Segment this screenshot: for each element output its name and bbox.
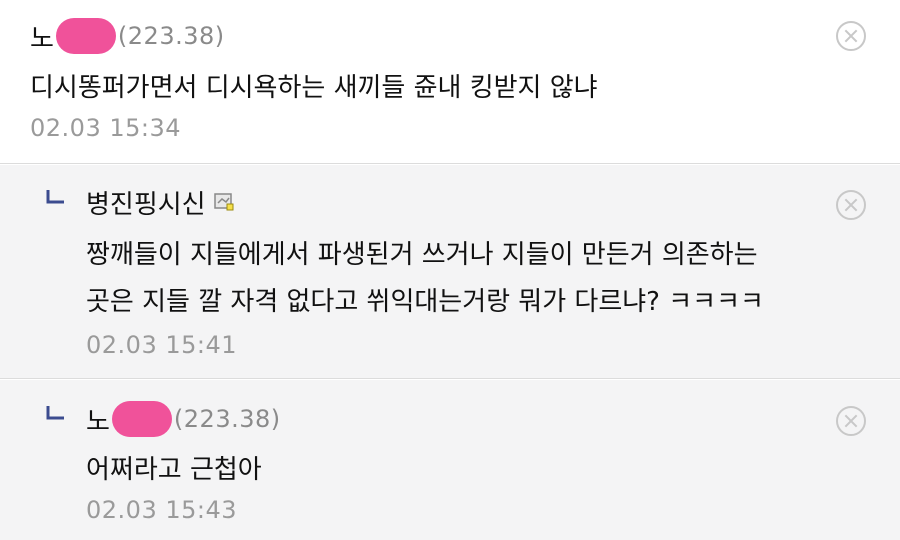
comment-date: 02.03 15:41 xyxy=(86,331,237,359)
comment-text-line: 곳은 지들 깔 자격 없다고 쒸익대는거랑 뭐가 다르냐? ㅋㅋㅋㅋ xyxy=(86,287,764,317)
author-ip: (223.38) xyxy=(173,405,281,433)
redaction-mask xyxy=(55,18,116,54)
comment-text: 어쩌라고 근첩아 xyxy=(86,455,262,485)
redaction-mask xyxy=(111,401,172,437)
author-nickname[interactable]: 병진핑시신 xyxy=(86,184,206,221)
reply-arrow-icon xyxy=(46,190,64,204)
delete-comment-button[interactable] xyxy=(836,190,866,220)
reply-item: 병진핑시신 짱깨들이 지들에게서 파생된거 쓰거나 지들이 만든거 의존하는 곳… xyxy=(0,165,900,379)
reply-item: 노 (223.38) 어쩌라고 근첩아 02.03 15:43 xyxy=(0,380,900,540)
comment-author[interactable]: 병진핑시신 xyxy=(86,182,234,222)
gallog-user-icon[interactable] xyxy=(213,193,234,211)
author-nickname[interactable]: 노 xyxy=(30,18,54,55)
comment-date: 02.03 15:43 xyxy=(86,496,237,524)
delete-comment-button[interactable] xyxy=(836,21,866,51)
comment-item: 노 (223.38) 디시똥퍼가면서 디시욕하는 새끼들 쥰내 킹받지 않냐 0… xyxy=(0,0,900,164)
reply-arrow-icon xyxy=(46,406,64,420)
delete-comment-button[interactable] xyxy=(836,406,866,436)
author-ip: (223.38) xyxy=(117,22,225,50)
comment-text: 디시똥퍼가면서 디시욕하는 새끼들 쥰내 킹받지 않냐 xyxy=(30,73,598,103)
comment-author[interactable]: 노 (223.38) xyxy=(30,16,225,56)
comment-text-line: 짱깨들이 지들에게서 파생된거 쓰거나 지들이 만든거 의존하는 xyxy=(86,240,758,270)
comment-date: 02.03 15:34 xyxy=(30,114,181,142)
author-nickname[interactable]: 노 xyxy=(86,401,110,438)
comment-author[interactable]: 노 (223.38) xyxy=(86,399,281,439)
